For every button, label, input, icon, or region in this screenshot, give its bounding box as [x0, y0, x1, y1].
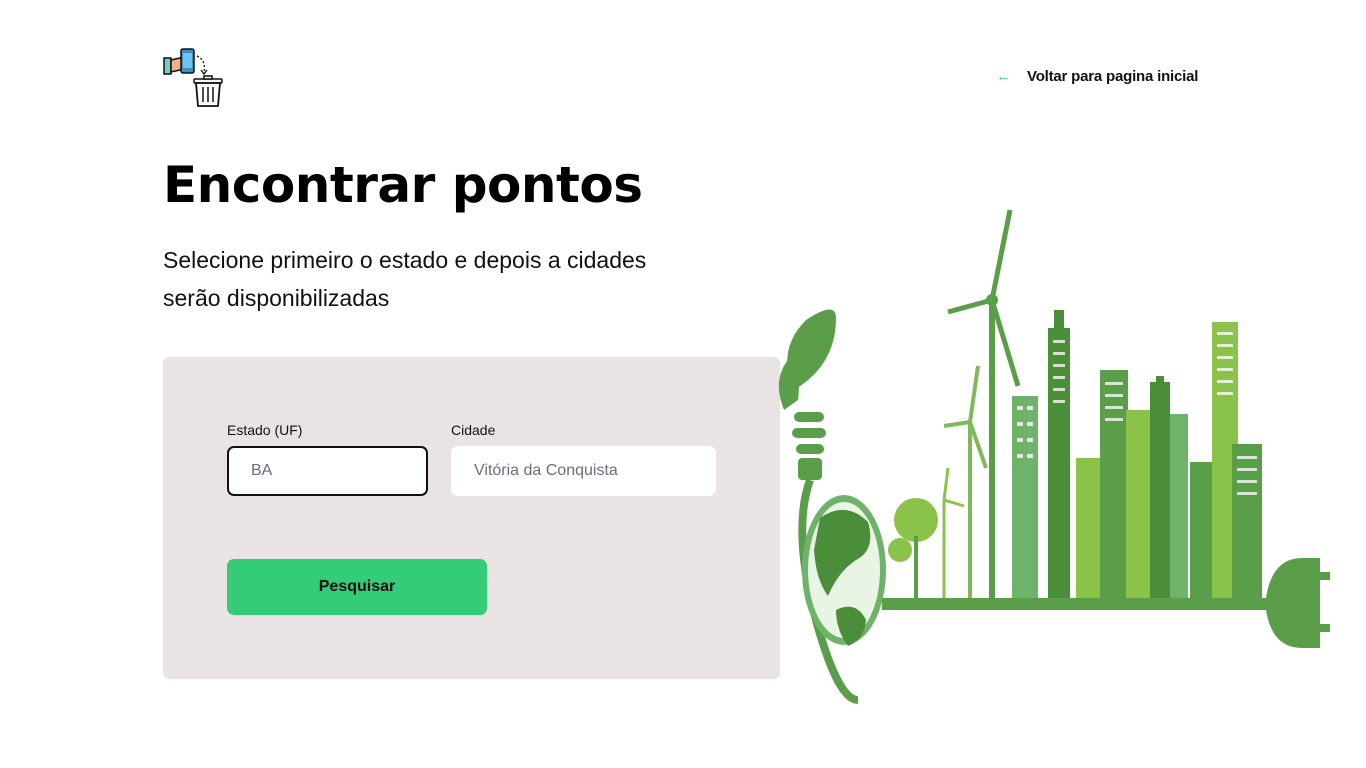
- back-to-home-link[interactable]: ← Voltar para pagina inicial: [996, 66, 1198, 88]
- page-title: Encontrar pontos: [163, 156, 643, 214]
- uf-input[interactable]: [227, 446, 428, 496]
- recycle-phone-logo: [162, 46, 224, 110]
- city-input[interactable]: [451, 446, 716, 496]
- back-link-label: Voltar para pagina inicial: [1027, 68, 1199, 85]
- search-button[interactable]: Pesquisar: [227, 559, 487, 615]
- eco-city-illustration: [776, 200, 1336, 760]
- search-form: Estado (UF) Cidade Pesquisar: [163, 357, 780, 679]
- city-label: Cidade: [451, 422, 496, 438]
- arrow-left-icon: ←: [996, 68, 1011, 85]
- uf-label: Estado (UF): [227, 422, 303, 438]
- page-subtitle: Selecione primeiro o estado e depois a c…: [163, 247, 647, 311]
